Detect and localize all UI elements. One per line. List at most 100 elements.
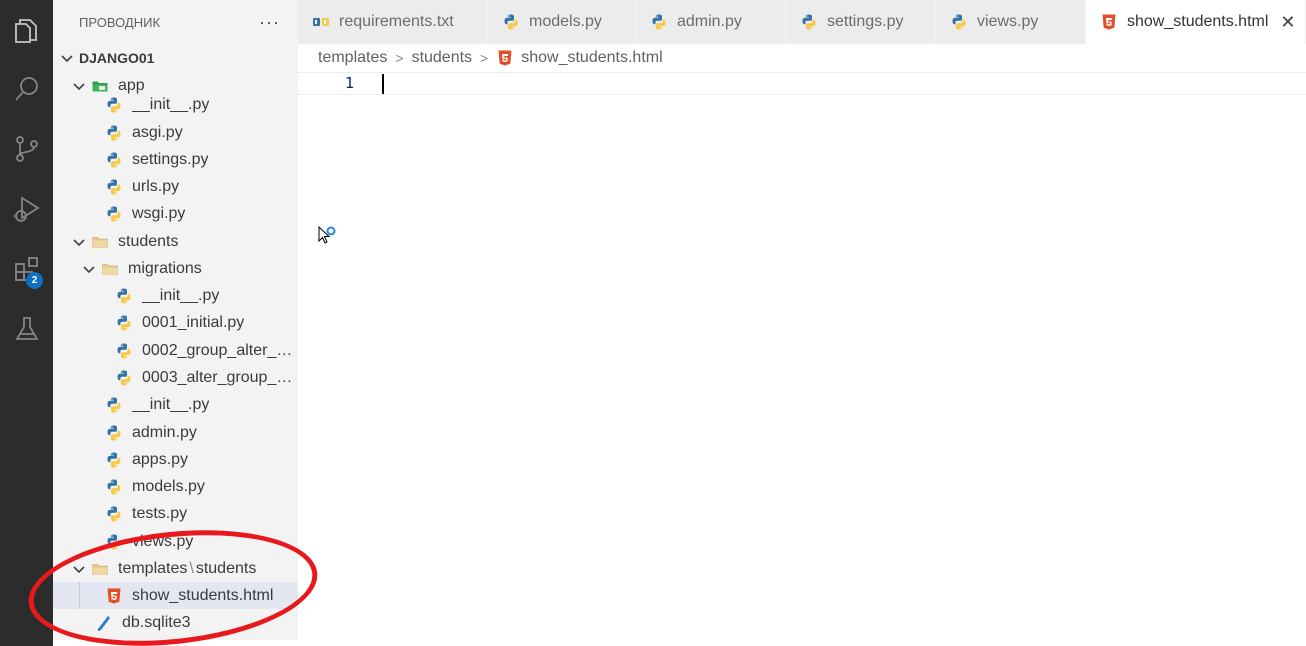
templates-folder-label: templates [118,559,188,577]
tree-item-label: settings.py [132,150,209,168]
tree-item-label: admin.py [132,423,197,441]
tree-folder-migrations[interactable]: migrations [53,255,298,282]
tree-item-label: __init__.py [132,395,210,413]
python-icon [105,505,123,523]
folder-icon [101,260,119,278]
tree-file-app-init[interactable]: __init__.py [53,92,298,118]
tab-label: requirements.txt [339,13,454,30]
mouse-pointer-icon [318,225,340,253]
tree-file-wsgi[interactable]: wsgi.py [53,200,298,227]
indent-guide [79,582,80,609]
tree-root-django01[interactable]: DJANGO01 [53,44,298,71]
text-cursor [382,74,384,94]
tree-file-admin[interactable]: admin.py [53,419,298,446]
chevron-down-icon [81,261,97,277]
tab-views[interactable]: views.py [936,0,1086,44]
python-icon [115,287,133,305]
python-icon [115,342,133,360]
tree-item-label: views.py [132,532,194,550]
tree-file-apps[interactable]: apps.py [53,446,298,473]
tree-file-asgi[interactable]: asgi.py [53,119,298,146]
tree-folder-templates-students[interactable]: templates \ students [53,555,298,582]
tree-file-db[interactable]: db.sqlite3 [53,609,298,636]
editor-tabs: requirements.txt models.py admin.py sett… [298,0,1306,44]
tab-label: admin.py [677,13,742,30]
tree-item-label: migrations [128,259,202,277]
testing-icon[interactable] [0,304,53,354]
explorer-title: ПРОВОДНИК [79,14,161,30]
tab-label: settings.py [827,13,904,30]
explorer-sidebar: ПРОВОДНИК ··· DJANGO01 app __init__.py a… [53,0,298,640]
tree-item-label: asgi.py [132,123,183,141]
students-folder-label: students [195,559,257,577]
chevron-down-icon [71,561,87,577]
python-icon [105,178,123,196]
extensions-icon[interactable]: 2 [0,244,53,294]
python-icon [502,13,520,31]
python-icon [105,478,123,496]
tree-file-0003[interactable]: 0003_alter_group_o... [53,364,298,391]
tab-requirements[interactable]: requirements.txt [298,0,488,44]
tree-item-label: __init__.py [132,96,210,113]
tree-file-urls[interactable]: urls.py [53,173,298,200]
pip-icon [312,13,330,31]
explorer-icon[interactable] [0,6,53,56]
tree-file-settings[interactable]: settings.py [53,146,298,173]
search-icon[interactable] [0,64,53,114]
tree-file-models[interactable]: models.py [53,473,298,500]
tree-file-views[interactable]: views.py [53,528,298,555]
tree-item-label: students [118,232,179,250]
python-icon [115,314,133,332]
tab-label: show_students.html [1127,13,1269,30]
more-actions-button[interactable]: ··· [259,12,280,33]
explorer-header: ПРОВОДНИК ··· [53,0,298,44]
tree-file-0001[interactable]: 0001_initial.py [53,309,298,336]
tree-file-tests[interactable]: tests.py [53,500,298,527]
tree-item-label: apps.py [132,450,189,468]
breadcrumb-students[interactable]: students [412,49,472,67]
editor-current-line[interactable] [298,72,1306,95]
python-icon [105,96,123,114]
python-icon [105,205,123,223]
tree-item-label: templates \ students [118,560,256,578]
html-icon [1100,13,1118,31]
tab-models[interactable]: models.py [488,0,636,44]
chevron-down-icon [71,234,87,250]
python-icon [105,396,123,414]
tab-settings[interactable]: settings.py [786,0,936,44]
chevron-right-icon: > [480,50,489,66]
source-control-icon[interactable] [0,124,53,174]
tree-file-mig-init[interactable]: __init__.py [53,282,298,309]
python-icon [105,424,123,442]
tree-item-label: models.py [132,477,205,495]
breadcrumb-templates[interactable]: templates [318,49,387,67]
tree-root-label: DJANGO01 [79,49,155,66]
tab-admin[interactable]: admin.py [636,0,786,44]
chevron-right-icon: > [395,50,404,66]
line-number: 1 [344,74,354,92]
python-icon [105,451,123,469]
tree-folder-students[interactable]: students [53,228,298,255]
close-icon[interactable]: ✕ [1280,12,1295,33]
tree-item-label: 0002_group_alter_st... [142,341,298,359]
python-icon [105,124,123,142]
extensions-badge: 2 [26,272,43,289]
activity-bar: 2 [0,0,53,646]
python-icon [115,369,133,387]
tab-show-students[interactable]: show_students.html ✕ [1086,0,1306,44]
tree-file-show-students[interactable]: show_students.html [53,582,298,609]
folder-icon [91,233,109,251]
tree-item-label: 0003_alter_group_o... [142,368,298,386]
tab-label: models.py [529,13,602,30]
tree-item-label: show_students.html [132,586,274,604]
python-icon [800,13,818,31]
breadcrumb-file[interactable]: show_students.html [521,49,662,67]
database-icon [95,614,113,632]
python-icon [105,151,123,169]
tree-file-students-init[interactable]: __init__.py [53,391,298,418]
tree-item-label: db.sqlite3 [122,613,191,631]
tree-file-0002[interactable]: 0002_group_alter_st... [53,337,298,364]
run-debug-icon[interactable] [0,184,53,234]
python-icon [950,13,968,31]
html-icon [105,587,123,605]
